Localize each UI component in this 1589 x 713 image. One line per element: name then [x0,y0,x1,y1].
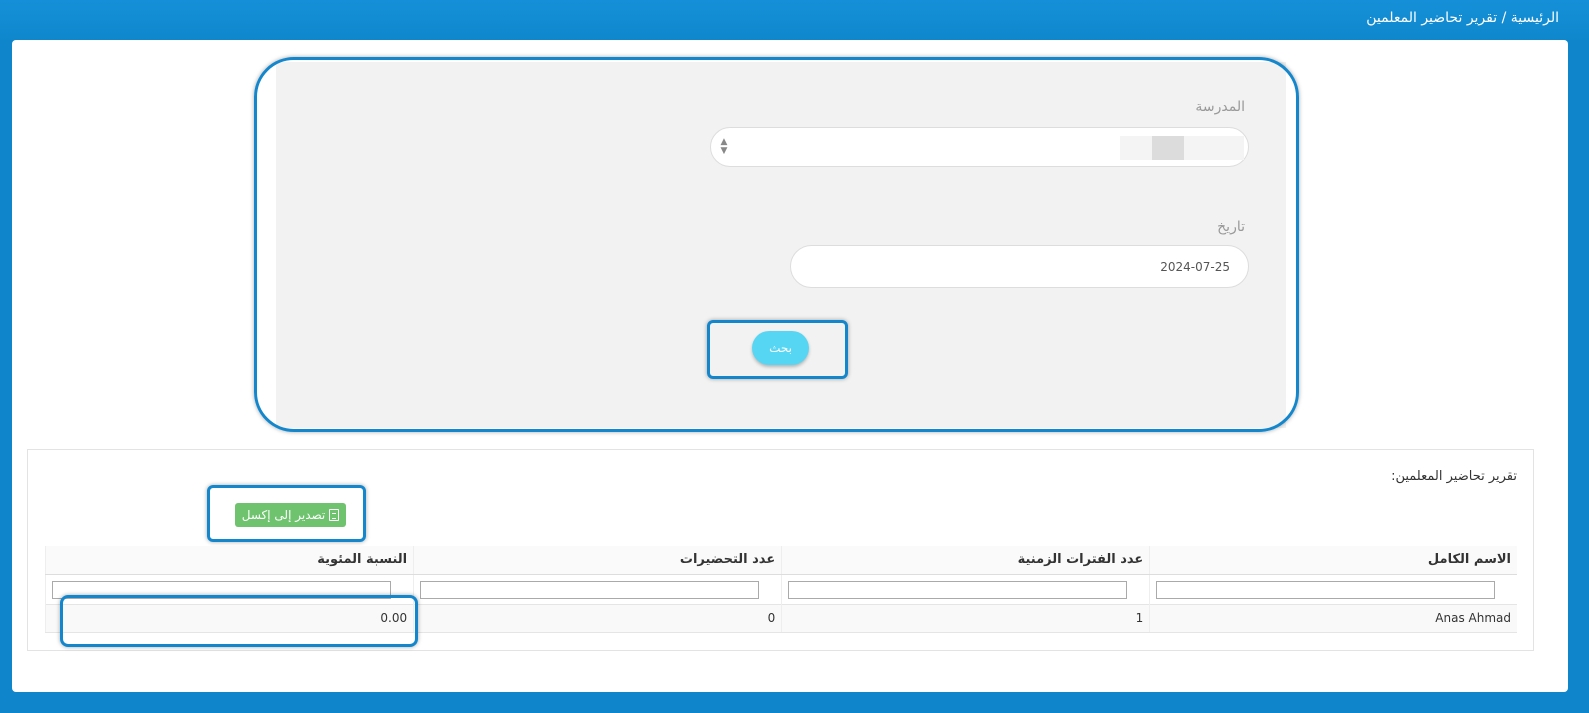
date-input[interactable] [790,245,1249,288]
filter-percentage-input[interactable] [52,580,392,599]
table-filter-row [44,574,1517,604]
filter-cell [1149,574,1517,604]
select-arrows-icon: ▲ ▼ [720,137,728,156]
column-header-preparations[interactable]: عدد التحضيرات [413,546,782,575]
column-header-time-periods[interactable]: عدد الفترات الزمنية [781,546,1150,575]
breadcrumb-current: تقرير تحاضير المعلمين [1366,10,1498,26]
school-select[interactable]: ▲ ▼ [710,127,1249,167]
cell-percentage: 0.00 [44,603,414,633]
top-bar: الرئيسية / تقرير تحاضير المعلمين [0,0,1589,40]
school-label: المدرسة [1195,99,1245,115]
export-excel-button[interactable]: تصدير إلى إكسل [235,503,346,527]
search-button[interactable]: بحث [752,331,809,365]
table-row: Anas Ahmad 1 0 0.00 [44,603,1517,633]
breadcrumb: الرئيسية / تقرير تحاضير المعلمين [1366,10,1559,26]
filter-full-name-input[interactable] [1156,580,1495,599]
filter-cell [413,574,782,604]
column-header-percentage[interactable]: النسبة المئوية [44,546,414,575]
cell-time-periods: 1 [781,603,1150,633]
cell-preparations: 0 [413,603,782,633]
breadcrumb-separator: / [1501,10,1507,26]
filter-cell [781,574,1150,604]
school-select-placeholder-block [1152,136,1184,160]
filter-preparations-input[interactable] [420,580,760,599]
report-table: الاسم الكامل عدد الفترات الزمنية عدد الت… [44,546,1517,633]
excel-file-icon [329,509,340,521]
filter-time-periods-input[interactable] [788,580,1128,599]
filter-cell [44,574,414,604]
report-title: تقرير تحاضير المعلمين: [1391,469,1517,484]
export-excel-label: تصدير إلى إكسل [241,508,326,522]
column-header-full-name[interactable]: الاسم الكامل [1149,546,1517,575]
breadcrumb-home[interactable]: الرئيسية [1511,10,1559,26]
table-header-row: الاسم الكامل عدد الفترات الزمنية عدد الت… [44,546,1517,575]
cell-full-name: Anas Ahmad [1149,603,1517,633]
date-label: تاريخ [1217,219,1245,235]
